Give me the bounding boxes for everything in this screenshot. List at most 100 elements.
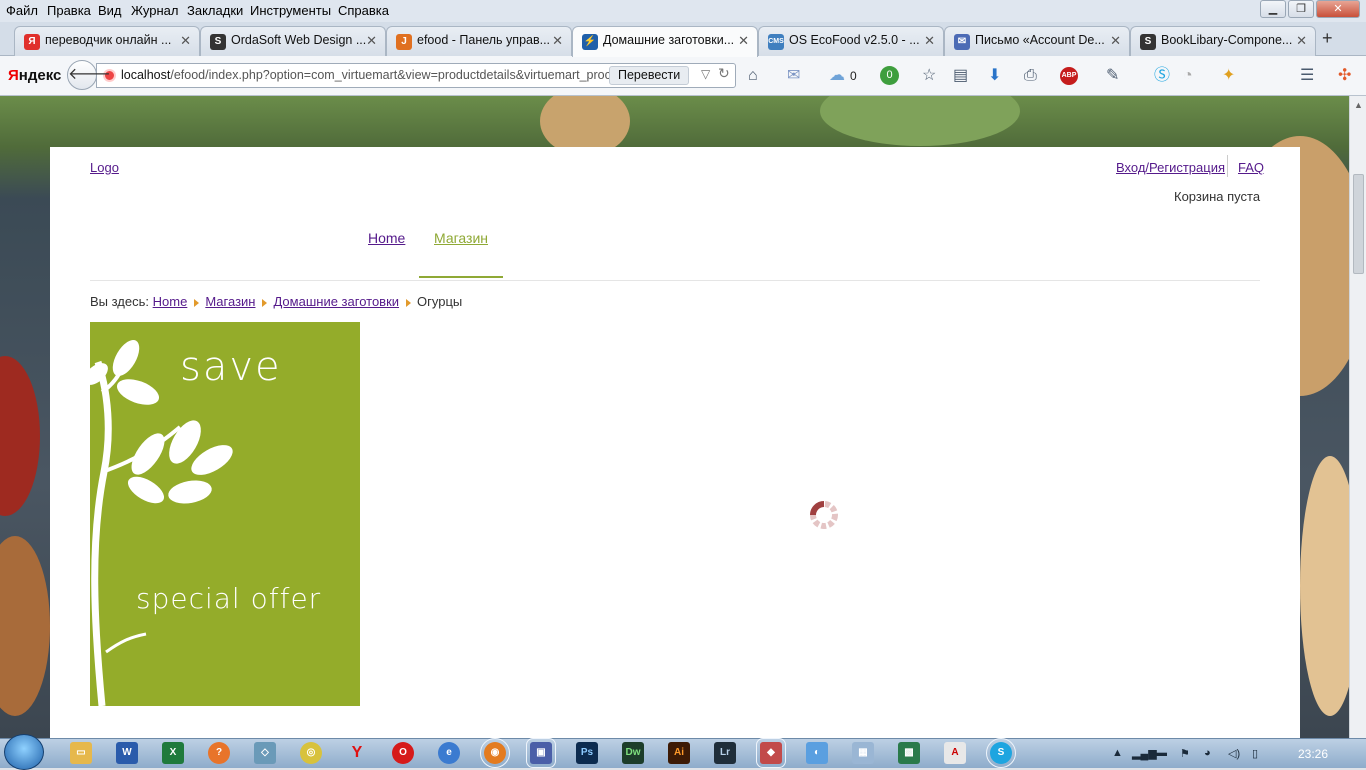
tab-close-icon[interactable]: ✕ — [1110, 33, 1121, 49]
app-icon[interactable]: ◐ — [806, 742, 828, 764]
tab-os-ecofood[interactable]: CMS OS EcoFood v2.5.0 - ... ✕ — [758, 26, 944, 56]
skype-icon[interactable]: Ⓢ — [1154, 66, 1170, 86]
tab-close-icon[interactable]: ✕ — [552, 33, 563, 49]
home-icon[interactable]: ⌂ — [748, 66, 758, 86]
menu-edit[interactable]: Правка — [47, 3, 91, 18]
reload-icon[interactable]: ↻ — [718, 65, 730, 82]
illustrator-icon[interactable]: Ai — [668, 742, 690, 764]
menu-tools[interactable]: Инструменты — [250, 3, 331, 18]
tab-close-icon[interactable]: ✕ — [924, 33, 935, 49]
breadcrumb-category[interactable]: Домашние заготовки — [273, 294, 399, 309]
menu-history[interactable]: Журнал — [131, 3, 178, 18]
network-app-icon[interactable]: ◇ — [254, 742, 276, 764]
tab-close-icon[interactable]: ✕ — [366, 33, 377, 49]
lightning-icon: ⚡ — [582, 34, 598, 50]
tab-close-icon[interactable]: ✕ — [738, 33, 749, 49]
faq-link[interactable]: FAQ — [1238, 160, 1264, 175]
yandex-browser-icon[interactable]: Y — [346, 742, 368, 764]
adblock-icon[interactable]: ABP — [1060, 67, 1078, 85]
power-icon[interactable]: ▯ — [1252, 747, 1258, 760]
address-bar[interactable]: localhost/efood/index.php?option=com_vir… — [96, 63, 736, 88]
action-center-flag-icon[interactable]: ⚑ — [1180, 747, 1190, 760]
bookmark-star-icon[interactable]: ☆ — [922, 66, 936, 86]
ie-icon[interactable]: e — [438, 742, 460, 764]
joomla-icon: J — [396, 34, 412, 50]
reading-list-icon[interactable]: ▤ — [953, 66, 968, 86]
login-register-link[interactable]: Вход/Регистрация — [1116, 160, 1225, 175]
print-icon[interactable]: ⎙ — [1024, 66, 1037, 86]
photoshop-icon[interactable]: Ps — [576, 742, 598, 764]
tab-booklibrary[interactable]: S BookLibary-Compone... ✕ — [1130, 26, 1316, 56]
volume-icon[interactable]: ◁) — [1228, 747, 1240, 760]
tab-translator[interactable]: Я переводчик онлайн ... ✕ — [14, 26, 200, 56]
tab-ordasoft[interactable]: S OrdaSoft Web Design ... ✕ — [200, 26, 386, 56]
sync-icon[interactable]: ✣ — [1338, 66, 1351, 86]
yandex-logo[interactable]: Яндекс — [8, 67, 61, 84]
calculator-icon[interactable]: ▦ — [852, 742, 874, 764]
badge-count-icon[interactable]: 0 — [880, 66, 899, 85]
signal-icon[interactable]: ▂▄▆ — [1132, 747, 1157, 760]
eyedropper-icon[interactable]: ✎ — [1106, 66, 1119, 86]
page-viewport: Logo Вход/Регистрация FAQ Корзина пуста … — [0, 96, 1349, 738]
start-button[interactable] — [4, 734, 44, 770]
nav-shop[interactable]: Магазин — [434, 230, 488, 246]
skype-taskbar-icon[interactable]: S — [986, 738, 1016, 768]
language-flag-icon[interactable]: ▬ — [1156, 747, 1167, 759]
extension-icon[interactable]: ◔ — [1183, 66, 1193, 86]
breadcrumb-arrow-icon — [406, 298, 412, 307]
tab-title: Письмо «Account De... — [975, 33, 1105, 47]
cms-icon: CMS — [768, 34, 784, 50]
dropdown-icon[interactable]: ▽ — [701, 67, 710, 81]
maximize-button[interactable]: ❐ — [1288, 0, 1314, 18]
grid-app-icon[interactable]: ▩ — [898, 742, 920, 764]
mail-icon[interactable]: ✉ — [787, 66, 800, 86]
cloud-icon[interactable]: ☁ — [829, 66, 845, 86]
hamburger-menu-icon[interactable]: ☰ — [1300, 66, 1314, 86]
save-app-icon[interactable]: ▣ — [526, 738, 556, 768]
eraser-app-icon[interactable]: ◆ — [756, 738, 786, 768]
tab-efood-admin[interactable]: J efood - Панель управ... ✕ — [386, 26, 572, 56]
nav-home[interactable]: Home — [368, 230, 405, 246]
tab-title: OrdaSoft Web Design ... — [231, 33, 367, 47]
chrome-icon[interactable]: ◎ — [300, 742, 322, 764]
tab-close-icon[interactable]: ✕ — [180, 33, 191, 49]
new-tab-button[interactable]: + — [1322, 28, 1333, 49]
scroll-up-icon[interactable]: ▲ — [1354, 100, 1363, 110]
breadcrumb: Вы здесь: Home Магазин Домашние заготовки О… — [90, 294, 462, 309]
breadcrumb-home[interactable]: Home — [153, 294, 188, 309]
site-logo-link[interactable]: Logo — [90, 160, 119, 175]
menu-help[interactable]: Справка — [338, 3, 389, 18]
breadcrumb-shop[interactable]: Магазин — [205, 294, 255, 309]
menu-view[interactable]: Вид — [98, 3, 122, 18]
tab-home-preserves[interactable]: ⚡ Домашние заготовки... ✕ — [572, 26, 758, 57]
minimize-button[interactable]: ▁ — [1260, 0, 1286, 18]
lightroom-icon[interactable]: Lr — [714, 742, 736, 764]
translate-button[interactable]: Перевести — [609, 66, 690, 85]
fox-icon[interactable]: ✦ — [1222, 66, 1235, 86]
acrobat-icon[interactable]: A — [944, 742, 966, 764]
menu-bookmarks[interactable]: Закладки — [187, 3, 243, 18]
header-divider-line — [90, 280, 1260, 281]
network-icon[interactable]: ◕ — [1204, 747, 1211, 759]
promo-banner[interactable]: save special offer — [90, 322, 360, 706]
excel-icon[interactable]: X — [162, 742, 184, 764]
firefox-icon[interactable]: ◉ — [480, 738, 510, 768]
opera-icon[interactable]: O — [392, 742, 414, 764]
back-button[interactable]: 🡐 — [67, 60, 111, 90]
close-window-button[interactable]: ✕ — [1316, 0, 1360, 18]
tab-title: Домашние заготовки... — [603, 33, 735, 47]
clock[interactable]: 23:26 — [1298, 747, 1328, 761]
help-icon[interactable]: ? — [208, 742, 230, 764]
vertical-scrollbar[interactable]: ▲ — [1349, 96, 1366, 738]
tab-mail[interactable]: ✉ Письмо «Account De... ✕ — [944, 26, 1130, 56]
tray-expand-icon[interactable]: ▲ — [1112, 747, 1123, 759]
tab-close-icon[interactable]: ✕ — [1296, 33, 1307, 49]
menu-file[interactable]: Файл — [6, 3, 38, 18]
ordasoft-icon: S — [1140, 34, 1156, 50]
word-icon[interactable]: W — [116, 742, 138, 764]
download-icon[interactable]: ⬇ — [988, 66, 1001, 86]
explorer-icon[interactable]: ▭ — [70, 742, 92, 764]
cart-status[interactable]: Корзина пуста — [1174, 189, 1260, 204]
dreamweaver-icon[interactable]: Dw — [622, 742, 644, 764]
scrollbar-thumb[interactable] — [1353, 174, 1364, 274]
